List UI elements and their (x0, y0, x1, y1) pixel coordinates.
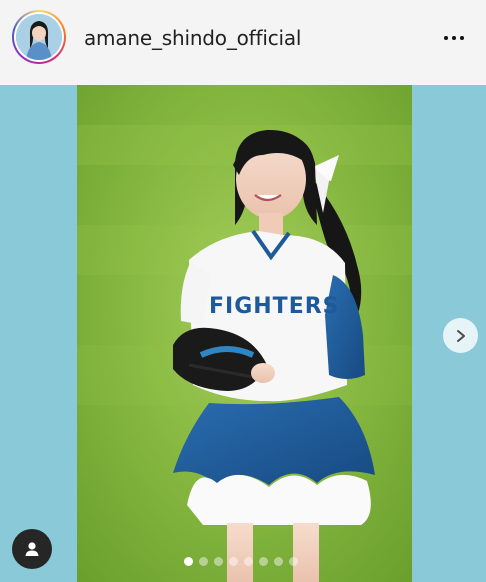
carousel-dot (244, 557, 253, 566)
photo-illustration: FIGHTERS (77, 85, 412, 582)
more-icon-dot (444, 36, 448, 40)
jersey-lettering: FIGHTERS (209, 294, 340, 319)
post-photo: FIGHTERS (77, 85, 412, 582)
carousel-dot (214, 557, 223, 566)
more-icon-dot (460, 36, 464, 40)
post-header: amane_shindo_official (0, 0, 486, 85)
more-icon-dot (452, 36, 456, 40)
carousel-dot (229, 557, 238, 566)
more-options-button[interactable] (436, 26, 472, 50)
avatar-border (14, 12, 64, 62)
avatar-image (16, 14, 62, 60)
next-slide-button[interactable] (443, 318, 478, 353)
post-media[interactable]: FIGHTERS (0, 85, 486, 582)
username[interactable]: amane_shindo_official (84, 26, 301, 50)
carousel-dot (199, 557, 208, 566)
carousel-dot (184, 557, 193, 566)
tagged-users-button[interactable] (12, 529, 52, 569)
chevron-right-icon (456, 329, 465, 342)
carousel-dot (289, 557, 298, 566)
carousel-dot (274, 557, 283, 566)
carousel-dot (259, 557, 268, 566)
carousel-indicator (184, 557, 298, 566)
user-icon (25, 542, 39, 556)
avatar[interactable] (12, 10, 66, 64)
avatar-portrait (16, 14, 62, 60)
